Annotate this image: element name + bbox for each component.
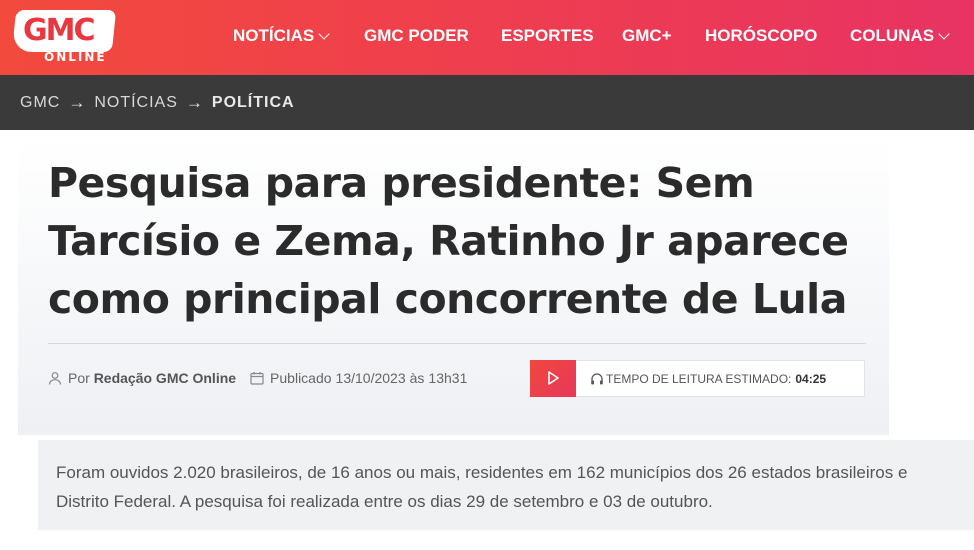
article-summary: Foram ouvidos 2.020 brasileiros, de 16 a… <box>38 440 974 530</box>
chevron-down-icon <box>938 27 950 40</box>
author-prefix: Por <box>68 370 90 386</box>
play-button[interactable] <box>530 359 576 397</box>
nav-label: NOTÍCIAS <box>233 26 315 45</box>
nav-item-esportes[interactable]: ESPORTES <box>501 26 594 46</box>
author-name[interactable]: Redação GMC Online <box>94 370 236 386</box>
audio-reading-widget: TEMPO DE LEITURA ESTIMADO: 04:25 <box>530 359 865 397</box>
author-info: Por Redação GMC Online <box>48 370 236 386</box>
reading-label: TEMPO DE LEITURA ESTIMADO: <box>606 371 792 386</box>
nav-label: COLUNAS <box>850 26 935 45</box>
arrow-right-icon: → <box>68 93 87 112</box>
breadcrumb-item-gmc[interactable]: GMC <box>20 94 60 112</box>
user-icon <box>48 372 62 385</box>
nav-item-colunas[interactable]: COLUNAS <box>850 26 950 46</box>
nav-label: GMC+ <box>622 26 672 45</box>
divider <box>48 343 866 344</box>
breadcrumb-bar: GMC → NOTÍCIAS → POLÍTICA <box>0 75 974 130</box>
headphones-icon <box>591 372 603 384</box>
article-title: Pesquisa para presidente: Sem Tarcísio e… <box>48 159 849 323</box>
article-meta: Por Redação GMC Online Publicado 13/10/2… <box>48 370 471 386</box>
play-icon <box>548 371 559 385</box>
summary-text: Foram ouvidos 2.020 brasileiros, de 16 a… <box>56 463 908 511</box>
published-info: Publicado 13/10/2023 às 13h31 <box>250 370 471 386</box>
nav-item-gmc-poder[interactable]: GMC PODER <box>364 26 469 46</box>
breadcrumb: GMC → NOTÍCIAS → POLÍTICA <box>20 93 295 113</box>
nav-label: HORÓSCOPO <box>705 26 818 45</box>
site-header: GMC ONLINE NOTÍCIAS GMC PODER ESPORTES G… <box>0 0 974 75</box>
arrow-right-icon: → <box>185 93 204 112</box>
chevron-down-icon <box>318 27 330 40</box>
published-label: Publicado <box>270 370 332 386</box>
article-header: Pesquisa para presidente: Sem Tarcísio e… <box>18 140 889 435</box>
breadcrumb-item-noticias[interactable]: NOTÍCIAS <box>94 94 178 112</box>
calendar-icon <box>250 372 264 385</box>
logo-text: GMC <box>23 13 95 48</box>
nav-label: ESPORTES <box>501 26 594 45</box>
nav-item-horoscopo[interactable]: HORÓSCOPO <box>705 26 817 46</box>
published-connector: às <box>409 370 425 386</box>
published-date: 13/10/2023 <box>335 370 406 386</box>
published-time: 13h31 <box>428 370 468 386</box>
logo-subtext: ONLINE <box>44 50 107 64</box>
gmc-online-logo[interactable]: GMC ONLINE <box>11 10 117 64</box>
nav-item-noticias[interactable]: NOTÍCIAS <box>233 26 330 46</box>
reading-value: 04:25 <box>795 371 827 386</box>
reading-time: TEMPO DE LEITURA ESTIMADO: 04:25 <box>590 372 826 386</box>
nav-label: GMC PODER <box>364 26 469 45</box>
nav-item-gmc-plus[interactable]: GMC+ <box>622 26 672 46</box>
breadcrumb-item-politica: POLÍTICA <box>211 94 295 111</box>
